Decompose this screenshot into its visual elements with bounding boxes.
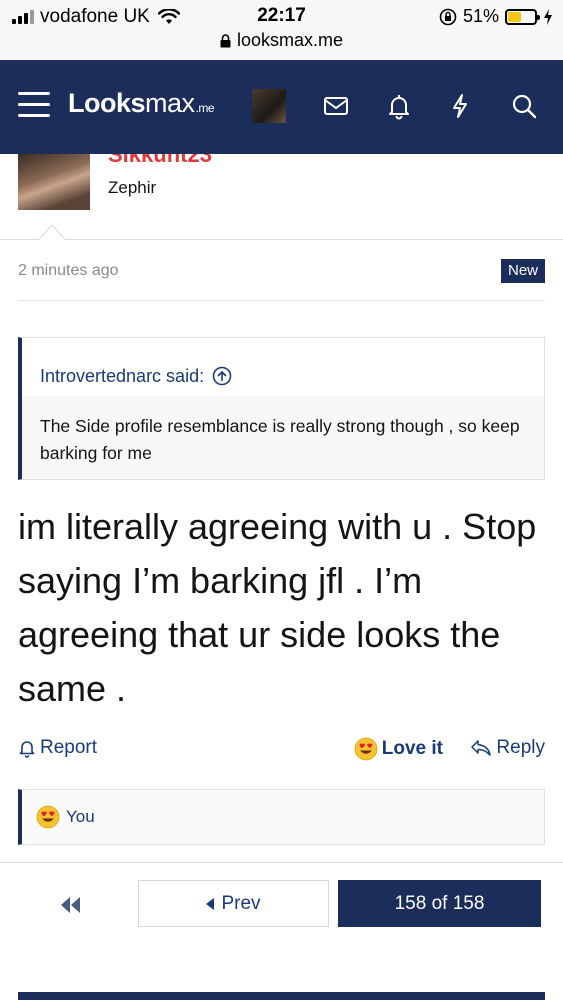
charging-icon: [544, 8, 552, 25]
padlock-icon: [220, 33, 231, 47]
report-button[interactable]: Report: [18, 737, 97, 759]
divider: [18, 300, 545, 301]
heart-eyes-emoji-icon: [354, 737, 378, 761]
username-link[interactable]: Sikkunt23: [108, 154, 212, 168]
post-actions: Report Love it Reply: [18, 737, 545, 767]
bell-icon[interactable]: [385, 92, 413, 120]
post-author: Sikkunt23 Zephir: [0, 154, 563, 240]
user-avatar[interactable]: [18, 154, 90, 210]
quote-text: The Side profile resemblance is really s…: [22, 396, 544, 479]
bell-outline-icon: [19, 741, 35, 758]
site-logo[interactable]: Lᴏᴏksmax.me: [68, 88, 215, 119]
site-header: Lᴏᴏksmax.me: [0, 60, 563, 154]
new-badge: New: [500, 259, 545, 283]
battery-info: 51%: [439, 6, 553, 27]
post-pointer: [38, 224, 66, 241]
arrow-up-circle-icon[interactable]: [212, 366, 232, 386]
logo-rest: max: [145, 88, 195, 118]
mail-icon[interactable]: [322, 92, 350, 120]
page-indicator[interactable]: 158 of 158: [338, 880, 541, 927]
battery-percent: 51%: [462, 6, 499, 26]
search-icon[interactable]: [510, 92, 538, 120]
quote-block: Introvertednarc said: The Side profile r…: [18, 337, 545, 480]
rotation-lock-icon: [439, 8, 457, 25]
post-body: im literally agreeing with u . Stop sayi…: [18, 506, 537, 709]
reactions-by: You: [66, 807, 95, 826]
prev-page-button[interactable]: Prev: [138, 880, 329, 927]
post-timestamp[interactable]: 2 minutes ago: [18, 262, 119, 280]
quote-header[interactable]: Introvertednarc said:: [22, 338, 544, 396]
prev-label: Prev: [221, 892, 261, 914]
logo-main: Lᴏᴏks: [68, 88, 146, 118]
address-bar[interactable]: looksmax.me: [0, 30, 563, 51]
reply-label: Reply: [496, 737, 545, 758]
heart-eyes-emoji-icon: [36, 805, 60, 829]
love-it-label: Love it: [381, 738, 443, 759]
footer-bar: [18, 992, 545, 1000]
report-label: Report: [40, 737, 98, 758]
bolt-icon[interactable]: [446, 92, 474, 120]
url-text: looksmax.me: [236, 30, 344, 50]
account-avatar[interactable]: [252, 89, 286, 123]
quote-author: Introvertednarc said:: [40, 365, 205, 386]
user-title: Zephir: [108, 178, 157, 197]
first-page-icon[interactable]: [56, 893, 86, 917]
logo-suffix: .me: [195, 101, 215, 115]
menu-icon[interactable]: [18, 90, 52, 120]
status-bar: vodafone UK 22:17 51% looksmax.me: [0, 0, 563, 60]
love-it-button[interactable]: Love it: [354, 737, 443, 761]
reply-button[interactable]: Reply: [470, 737, 545, 759]
reply-arrow-icon: [471, 740, 492, 756]
reactions-bar[interactable]: You: [18, 789, 545, 845]
caret-left-icon: [206, 897, 215, 910]
battery-icon: [505, 8, 540, 25]
divider: [0, 862, 563, 863]
